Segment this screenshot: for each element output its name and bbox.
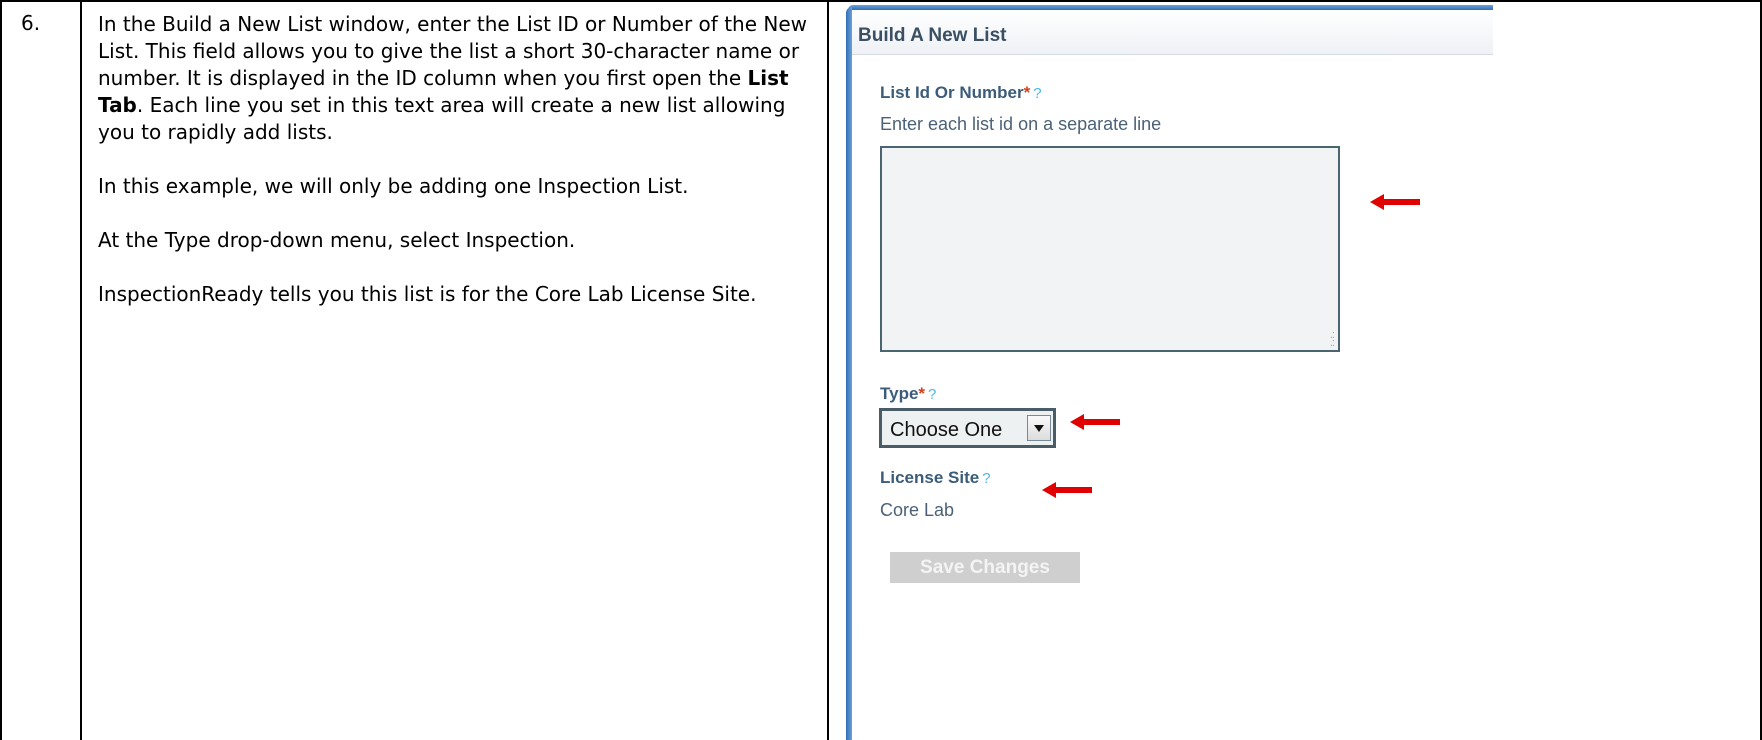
left-arrow-icon bbox=[1042, 482, 1092, 498]
list-id-textarea[interactable]: .:.: bbox=[880, 146, 1340, 352]
resize-grip-icon[interactable]: .:.: bbox=[1330, 330, 1335, 349]
build-list-dialog: Build A New List List Id Or Number*? Ent… bbox=[838, 5, 1493, 740]
type-label: Type*? bbox=[880, 384, 937, 403]
save-changes-button[interactable]: Save Changes bbox=[890, 552, 1080, 583]
instruction-paragraph-4: InspectionReady tells you this list is f… bbox=[98, 282, 757, 306]
instruction-paragraph-3: At the Type drop-down menu, select Inspe… bbox=[98, 228, 576, 252]
left-arrow-icon bbox=[1070, 414, 1120, 430]
instruction-paragraph-1: In the Build a New List window, enter th… bbox=[98, 12, 807, 144]
license-site-value: Core Lab bbox=[880, 500, 955, 520]
dialog-title: Build A New List bbox=[858, 25, 1007, 46]
step-instructions: In the Build a New List window, enter th… bbox=[98, 11, 818, 335]
type-select[interactable]: Choose One bbox=[879, 408, 1056, 448]
instruction-paragraph-2: In this example, we will only be adding … bbox=[98, 174, 689, 198]
list-id-label: List Id Or Number*? bbox=[880, 83, 1042, 102]
help-icon[interactable]: ? bbox=[1033, 85, 1041, 102]
left-arrow-icon bbox=[1370, 194, 1420, 210]
help-icon[interactable]: ? bbox=[928, 386, 936, 403]
chevron-down-icon[interactable] bbox=[1027, 415, 1051, 441]
step-number: 6. bbox=[21, 11, 41, 35]
table-divider-1 bbox=[80, 0, 82, 740]
required-mark: * bbox=[1023, 83, 1031, 102]
table-border-top bbox=[0, 0, 1762, 2]
required-mark: * bbox=[918, 384, 926, 403]
table-border-left bbox=[0, 0, 2, 740]
list-id-hint: Enter each list id on a separate line bbox=[880, 114, 1162, 134]
help-icon[interactable]: ? bbox=[982, 470, 990, 487]
dialog-left-border bbox=[846, 7, 852, 740]
table-divider-2 bbox=[827, 0, 829, 740]
license-site-label: License Site? bbox=[880, 468, 991, 487]
type-select-value: Choose One bbox=[890, 419, 1003, 441]
